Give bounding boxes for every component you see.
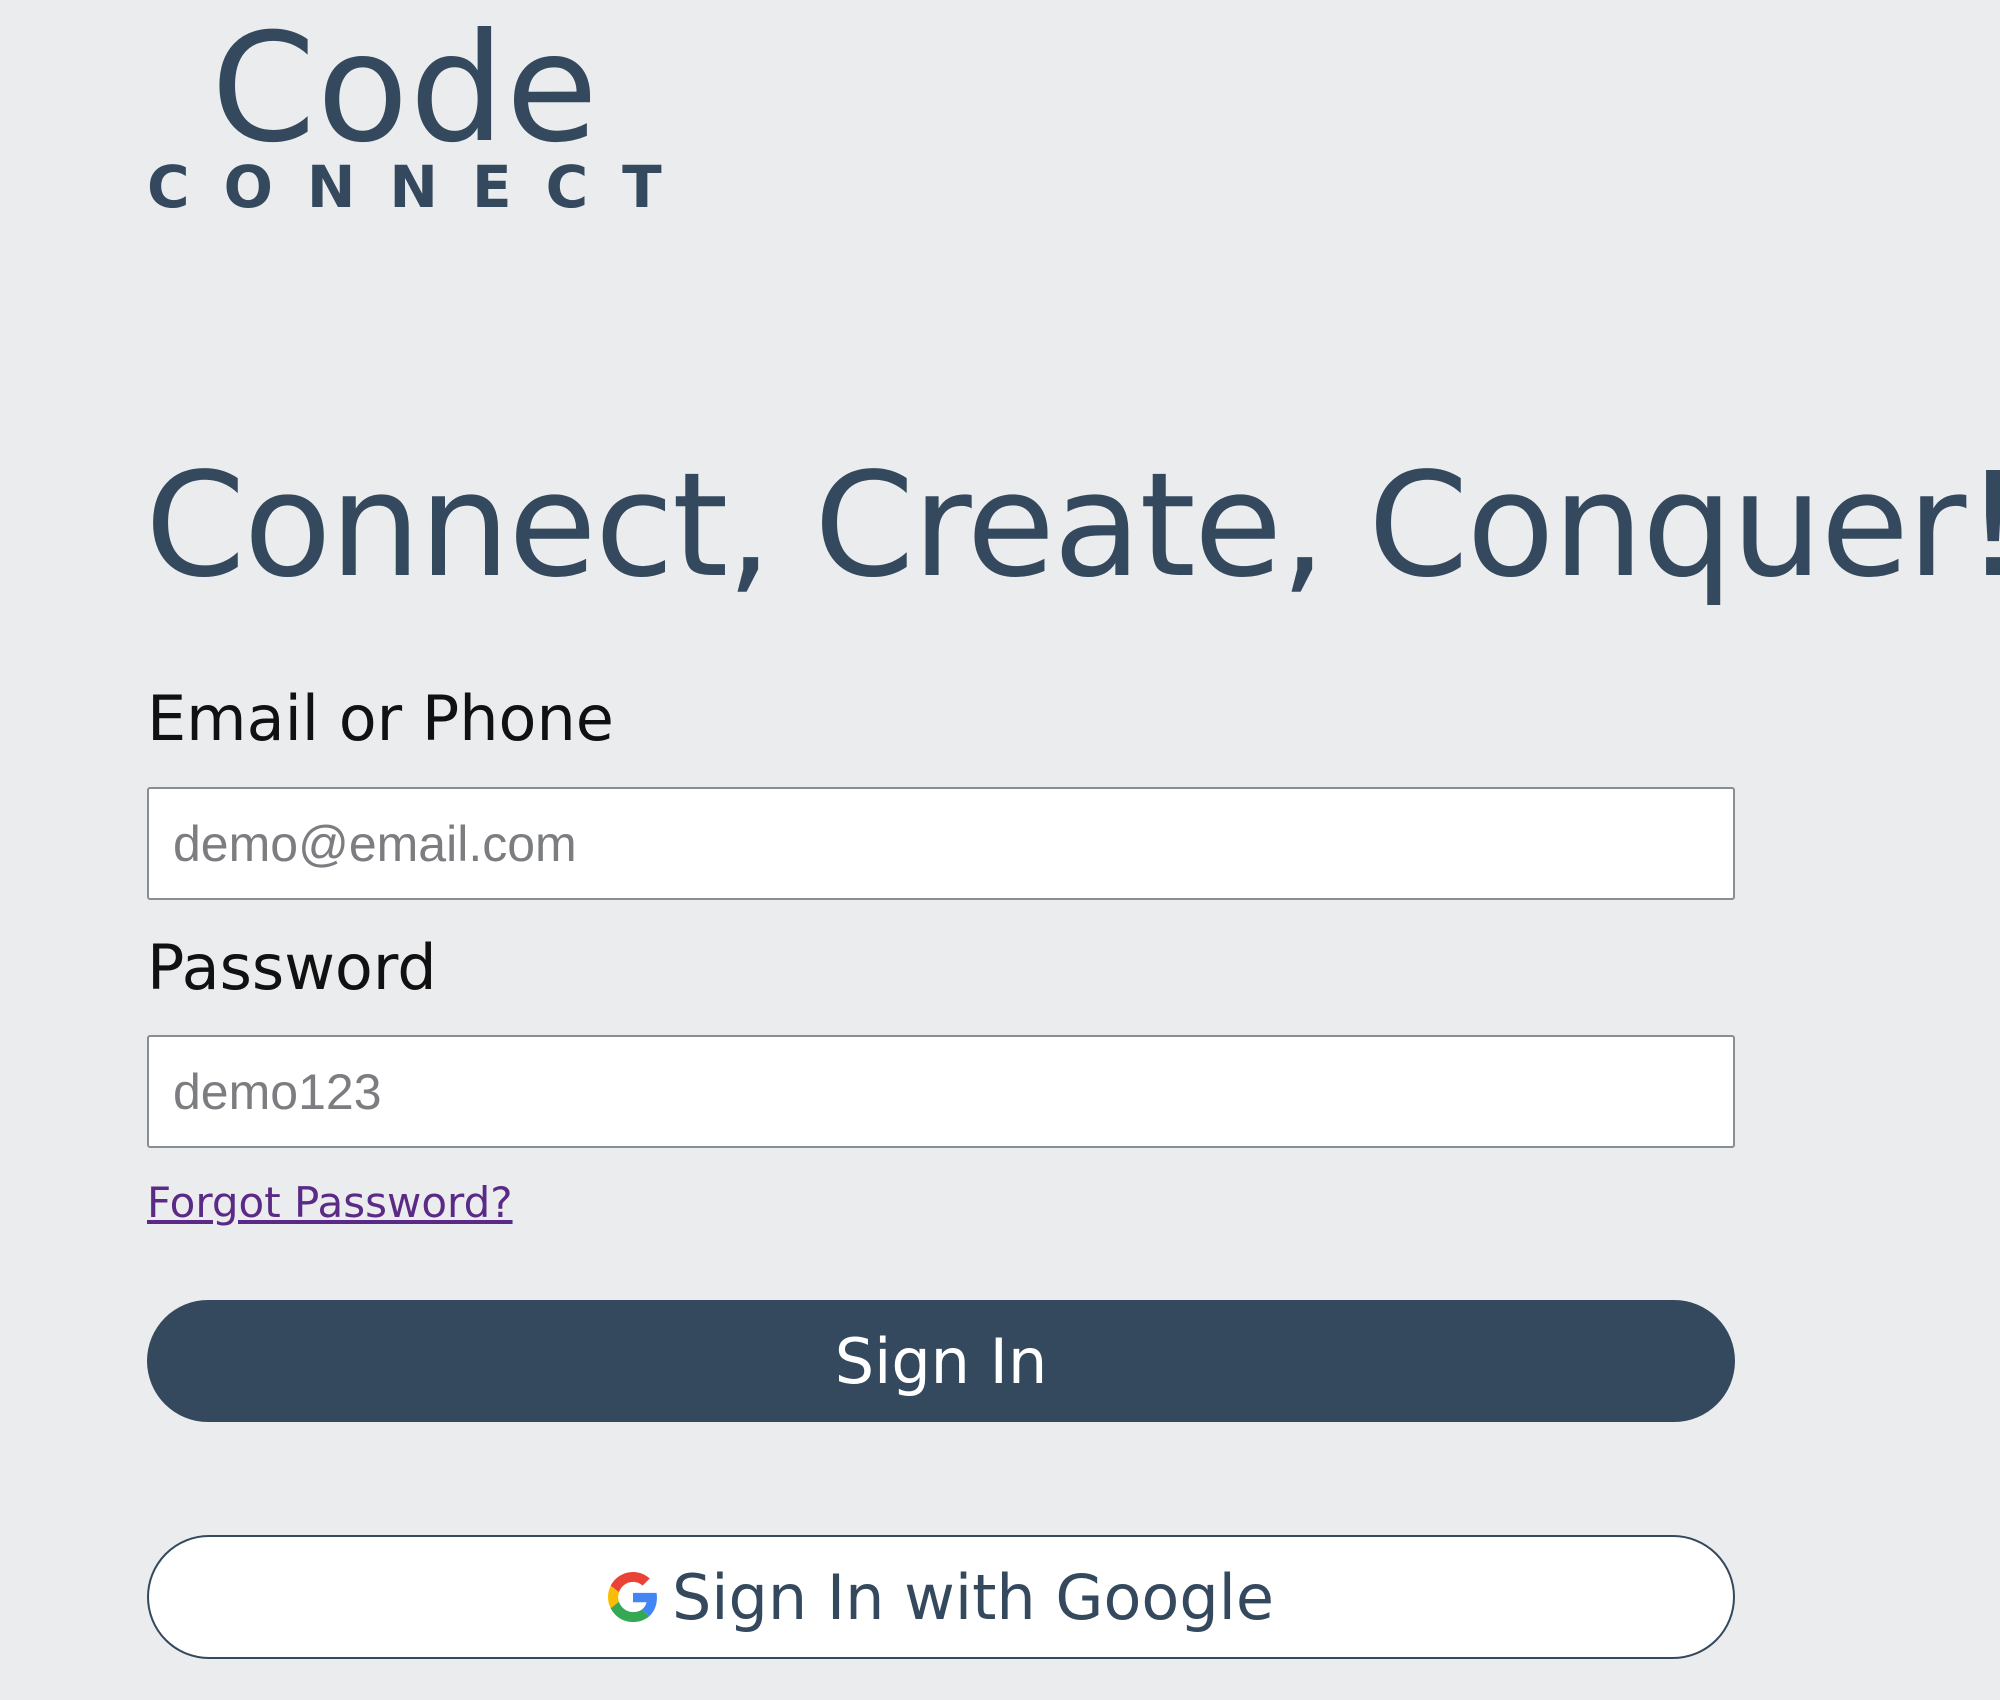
google-icon (607, 1572, 658, 1622)
code-connect-logo: Code CONNECT (147, 14, 667, 219)
email-field[interactable] (147, 787, 1735, 900)
google-sign-in-label: Sign In with Google (671, 1560, 1275, 1634)
google-sign-in-button[interactable]: Sign In with Google (147, 1535, 1735, 1659)
sign-in-button[interactable]: Sign In (147, 1300, 1735, 1422)
forgot-password-link[interactable]: Forgot Password? (147, 1175, 513, 1231)
password-field[interactable] (147, 1035, 1735, 1148)
logo-connect-text: CONNECT (147, 153, 696, 221)
password-label: Password (147, 931, 437, 1004)
page-headline: Connect, Create, Conquer! (145, 441, 2000, 609)
email-label: Email or Phone (147, 682, 614, 755)
sign-in-button-label: Sign In (834, 1324, 1048, 1398)
logo-code-text: Code (211, 2, 600, 176)
